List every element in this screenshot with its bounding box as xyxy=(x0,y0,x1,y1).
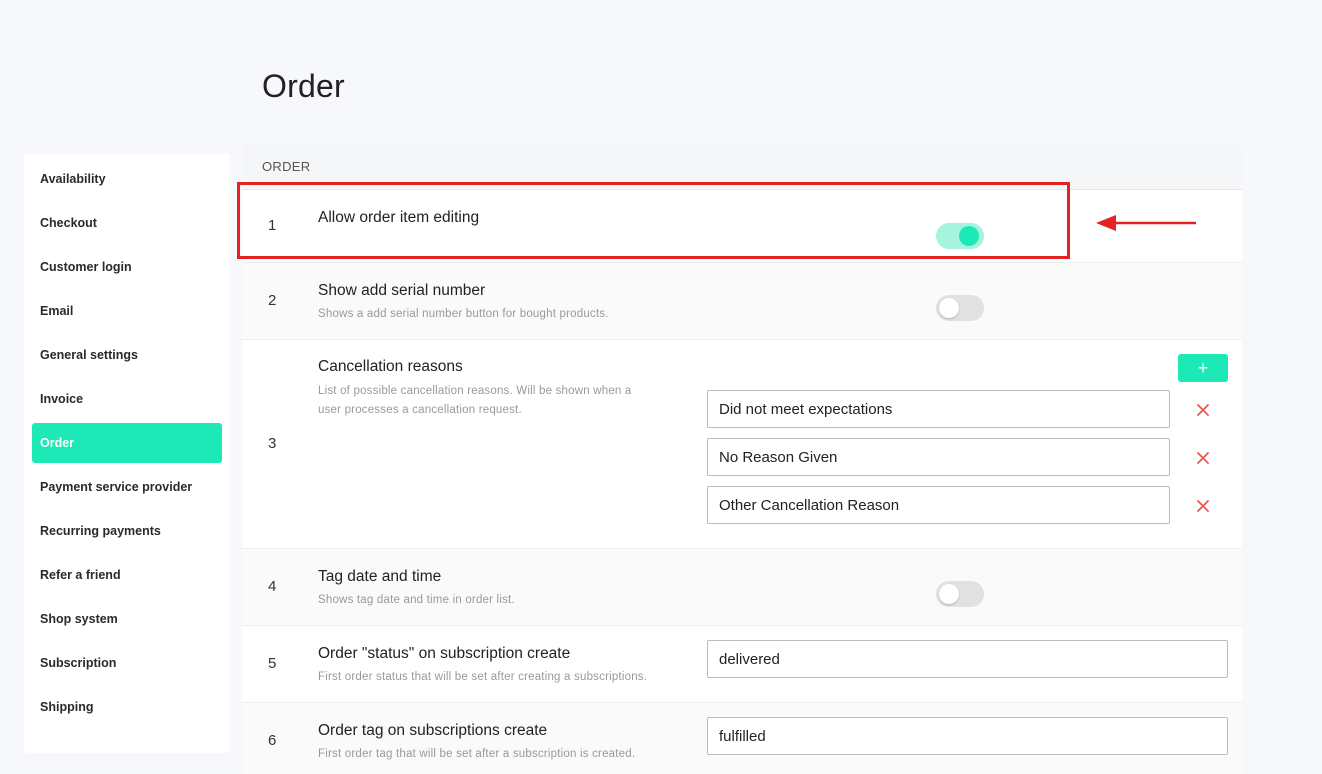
row-number: 3 xyxy=(268,435,277,452)
sidebar-item-recurring-payments[interactable]: Recurring payments xyxy=(32,511,222,551)
toggle-knob xyxy=(959,226,979,246)
settings-sidebar: Availability Checkout Customer login Ema… xyxy=(24,154,230,753)
setting-row-show-add-serial-number: 2 Show add serial number Shows a add ser… xyxy=(242,263,1242,340)
sidebar-item-email[interactable]: Email xyxy=(32,291,222,331)
row-title: Show add serial number xyxy=(318,282,486,299)
sidebar-item-availability[interactable]: Availability xyxy=(32,159,222,199)
setting-row-cancellation-reasons: 3 Cancellation reasons List of possible … xyxy=(242,340,1242,549)
row-description-line-2: user processes a cancellation request. xyxy=(318,404,522,416)
remove-reason-button[interactable] xyxy=(1192,495,1214,517)
remove-reason-button[interactable] xyxy=(1192,447,1214,469)
row-description: First order status that will be set afte… xyxy=(318,671,648,683)
row-description: Shows tag date and time in order list. xyxy=(318,594,515,606)
tag-date-and-time-toggle[interactable] xyxy=(936,581,984,607)
panel-header: ORDER xyxy=(242,143,1242,190)
row-number: 5 xyxy=(268,655,277,672)
allow-order-item-editing-toggle[interactable] xyxy=(936,223,984,249)
toggle-knob xyxy=(939,298,959,318)
row-number: 4 xyxy=(268,578,277,595)
sidebar-item-customer-login[interactable]: Customer login xyxy=(32,247,222,287)
row-number: 1 xyxy=(268,217,277,234)
sidebar-item-payment-service-provider[interactable]: Payment service provider xyxy=(32,467,222,507)
sidebar-item-checkout[interactable]: Checkout xyxy=(32,203,222,243)
sidebar-item-general-settings[interactable]: General settings xyxy=(32,335,222,375)
row-number: 6 xyxy=(268,732,277,749)
row-title: Order "status" on subscription create xyxy=(318,645,571,662)
order-tag-input[interactable] xyxy=(707,717,1228,755)
remove-reason-button[interactable] xyxy=(1192,399,1214,421)
setting-row-allow-order-item-editing: 1 Allow order item editing xyxy=(242,190,1242,263)
arrow-left-icon xyxy=(1096,215,1196,231)
setting-row-order-status-on-subscription-create: 5 Order "status" on subscription create … xyxy=(242,626,1242,703)
cancellation-reason-input[interactable] xyxy=(707,486,1170,524)
close-icon xyxy=(1197,500,1209,512)
show-add-serial-number-toggle[interactable] xyxy=(936,295,984,321)
sidebar-item-refer-a-friend[interactable]: Refer a friend xyxy=(32,555,222,595)
sidebar-item-order[interactable]: Order xyxy=(32,423,222,463)
setting-row-tag-date-and-time: 4 Tag date and time Shows tag date and t… xyxy=(242,549,1242,626)
page-title: Order xyxy=(262,68,345,104)
setting-row-order-tag-on-subscriptions-create: 6 Order tag on subscriptions create Firs… xyxy=(242,703,1242,774)
sidebar-item-subscription[interactable]: Subscription xyxy=(32,643,222,683)
toggle-knob xyxy=(939,584,959,604)
row-title: Allow order item editing xyxy=(318,209,480,226)
plus-icon: + xyxy=(1197,357,1209,378)
row-description-line-1: List of possible cancellation reasons. W… xyxy=(318,385,632,397)
sidebar-item-shop-system[interactable]: Shop system xyxy=(32,599,222,639)
row-number: 2 xyxy=(268,292,277,309)
close-icon xyxy=(1197,452,1209,464)
sidebar-item-invoice[interactable]: Invoice xyxy=(32,379,222,419)
order-status-input[interactable] xyxy=(707,640,1228,678)
row-title: Order tag on subscriptions create xyxy=(318,722,548,739)
add-cancellation-reason-button[interactable]: + xyxy=(1178,354,1228,382)
order-settings-panel: ORDER 1 Allow order item editing 2 Show … xyxy=(242,143,1242,774)
row-title: Cancellation reasons xyxy=(318,358,463,375)
sidebar-item-shipping[interactable]: Shipping xyxy=(32,687,222,727)
cancellation-reason-input[interactable] xyxy=(707,390,1170,428)
row-description: Shows a add serial number button for bou… xyxy=(318,308,609,320)
row-description: First order tag that will be set after a… xyxy=(318,748,636,760)
close-icon xyxy=(1197,404,1209,416)
row-title: Tag date and time xyxy=(318,568,442,585)
cancellation-reason-input[interactable] xyxy=(707,438,1170,476)
